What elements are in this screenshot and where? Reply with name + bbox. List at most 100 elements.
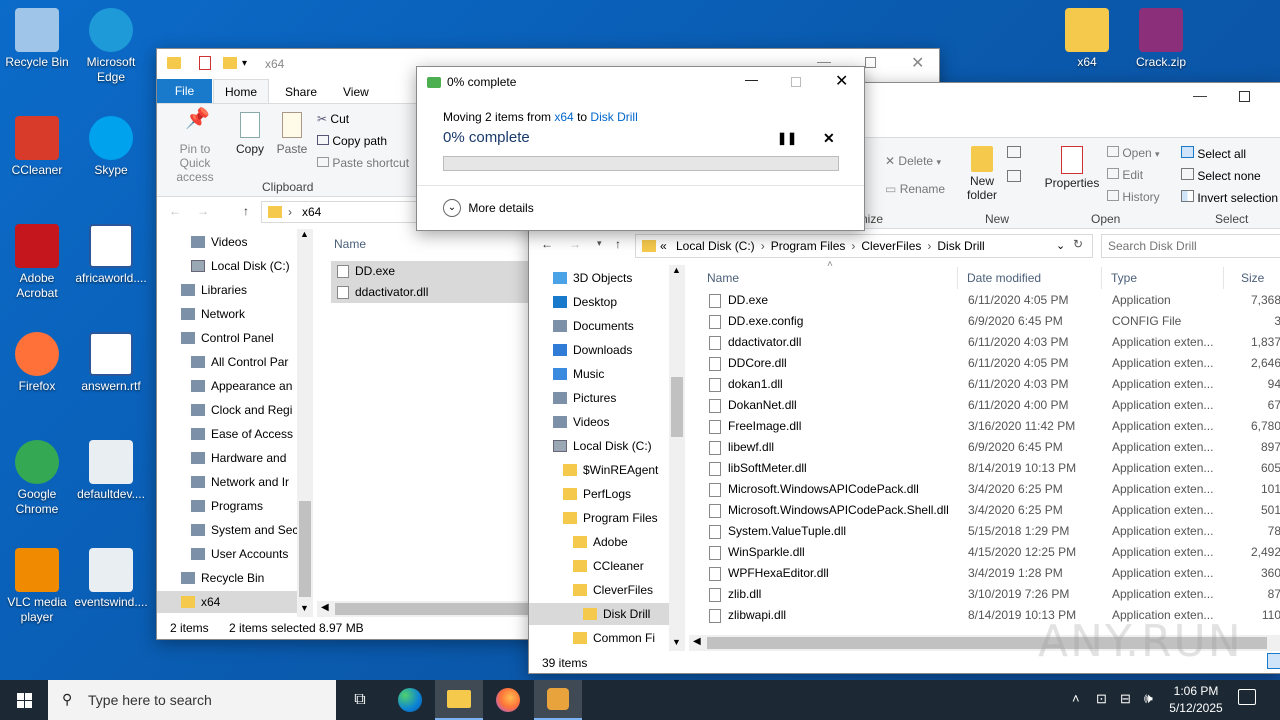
copy-button[interactable]: Copy <box>233 112 267 156</box>
chevron-down-icon[interactable]: ▾ <box>242 58 247 69</box>
volume-icon[interactable]: 🕪 <box>1144 690 1153 707</box>
nav-item[interactable]: Local Disk (C:) <box>157 255 297 277</box>
pause-button[interactable]: ❚❚ <box>777 131 797 145</box>
back-icon[interactable]: ← <box>541 237 553 251</box>
nav-item[interactable]: Hardware and <box>157 447 297 469</box>
nav-item[interactable]: Programs <box>157 495 297 517</box>
nav-item[interactable]: Program Files <box>529 507 669 529</box>
tab-share[interactable]: Share <box>285 85 317 99</box>
scroll-thumb[interactable] <box>335 603 535 615</box>
desktop-icon[interactable]: VLC media player <box>0 548 74 625</box>
nav-item[interactable]: All Control Par <box>157 351 297 373</box>
nav-item[interactable]: Videos <box>529 411 669 433</box>
file-row[interactable]: Microsoft.WindowsAPICodePack.dll 3/4/2020… <box>695 479 1280 500</box>
horizontal-scrollbar[interactable]: ◀ <box>317 601 537 617</box>
desktop-icon[interactable]: eventswind.... <box>74 548 148 610</box>
nav-item[interactable]: Common Fi <box>529 627 669 649</box>
desktop-icon[interactable]: Crack.zip <box>1124 8 1198 70</box>
breadcrumb-separator[interactable]: › <box>761 239 765 253</box>
destination-link[interactable]: Disk Drill <box>590 110 637 124</box>
nav-item[interactable]: Control Panel <box>157 327 297 349</box>
copy-path-button[interactable]: Copy path <box>317 134 387 148</box>
file-row[interactable]: DD.exe.config 6/9/2020 6:45 PM CONFIG File… <box>695 311 1280 332</box>
new-folder-button[interactable]: New folder <box>959 146 1005 202</box>
nav-item[interactable]: Downloads <box>529 339 669 361</box>
column-header-date[interactable]: Date modified <box>967 271 1041 285</box>
cancel-button[interactable]: ✕ <box>823 130 835 147</box>
nav-item[interactable]: Recycle Bin <box>157 567 297 589</box>
paste-shortcut-button[interactable]: Paste shortcut <box>317 156 409 170</box>
more-details-button[interactable]: ⌄ More details <box>443 199 534 217</box>
breadcrumb-item[interactable]: CleverFiles <box>861 239 921 253</box>
forward-icon[interactable]: → <box>569 237 581 251</box>
properties-button[interactable]: Properties <box>1041 146 1103 190</box>
back-icon[interactable]: ← <box>169 204 181 218</box>
forward-icon[interactable]: → <box>197 204 209 218</box>
task-view-button[interactable]: ⧉ <box>336 680 384 720</box>
minimize-button[interactable]: — <box>745 72 758 87</box>
delete-button[interactable]: ✕ Delete ▾ <box>885 154 941 168</box>
file-row[interactable]: zlib.dll 3/10/2019 7:26 PM Application ext… <box>695 584 1280 605</box>
nav-item[interactable]: Disk Drill <box>529 603 669 625</box>
nav-item[interactable]: Network <box>157 303 297 325</box>
nav-item[interactable]: Libraries <box>157 279 297 301</box>
file-row[interactable]: ddactivator.dll <box>331 282 531 303</box>
nav-item[interactable]: Appearance an <box>157 375 297 397</box>
scroll-left-icon[interactable]: ◀ <box>693 636 701 647</box>
recent-locations-icon[interactable]: ▾ <box>597 238 602 249</box>
scroll-up-icon[interactable]: ▲ <box>300 229 309 239</box>
nav-item[interactable]: Ease of Access <box>157 423 297 445</box>
network-icon[interactable]: ⊟ <box>1120 691 1131 707</box>
column-header-name[interactable]: Name <box>707 271 739 285</box>
column-header-name[interactable]: Name <box>334 237 366 251</box>
easy-access-icon[interactable] <box>1007 170 1021 182</box>
desktop-icon[interactable]: Skype <box>74 116 148 178</box>
desktop-icon[interactable]: Adobe Acrobat <box>0 224 74 301</box>
scroll-down-icon[interactable]: ▼ <box>300 603 309 613</box>
taskbar-app[interactable] <box>534 680 582 720</box>
desktop-icon[interactable]: CCleaner <box>0 116 74 178</box>
refresh-icon[interactable]: ↻ <box>1073 237 1083 251</box>
file-row[interactable]: FreeImage.dll 3/16/2020 11:42 PM Applicati… <box>695 416 1280 437</box>
taskbar-file-explorer[interactable] <box>435 680 483 720</box>
file-row[interactable]: libewf.dll 6/9/2020 6:45 PM Application ex… <box>695 437 1280 458</box>
tab-home[interactable]: Home <box>213 79 269 104</box>
nav-item[interactable]: Music <box>529 363 669 385</box>
nav-item[interactable]: $WinREAgent <box>529 459 669 481</box>
paste-button[interactable]: Paste <box>275 112 309 156</box>
nav-item[interactable]: PerfLogs <box>529 483 669 505</box>
file-row[interactable]: ddactivator.dll 6/11/2020 4:03 PM Applicat… <box>695 332 1280 353</box>
nav-item[interactable]: Clock and Regi <box>157 399 297 421</box>
nav-item[interactable]: Pictures <box>529 387 669 409</box>
nav-item[interactable]: System and Sec <box>157 519 298 541</box>
nav-item[interactable]: 3D Objects <box>529 267 669 289</box>
breadcrumb-separator[interactable]: › <box>927 239 931 253</box>
maximize-button[interactable] <box>1239 91 1250 102</box>
start-button[interactable] <box>0 680 48 720</box>
nav-item[interactable]: Documents <box>529 315 669 337</box>
clock[interactable]: 1:06 PM 5/12/2025 <box>1164 683 1228 717</box>
scroll-down-icon[interactable]: ▼ <box>672 637 681 647</box>
nav-item[interactable]: CCleaner <box>529 555 669 577</box>
file-row[interactable]: Microsoft.WindowsAPICodePack.Shell.dll 3/… <box>695 500 1280 521</box>
scroll-up-icon[interactable]: ▲ <box>672 265 681 275</box>
notifications-icon[interactable] <box>1238 689 1256 705</box>
invert-selection-button[interactable]: Invert selection <box>1181 190 1278 205</box>
breadcrumb-separator[interactable]: › <box>851 239 855 253</box>
breadcrumb-item[interactable]: Disk Drill <box>937 239 984 253</box>
close-button[interactable]: ✕ <box>911 53 924 73</box>
nav-item[interactable]: Adobe <box>529 531 669 553</box>
desktop-icon[interactable]: Firefox <box>0 332 74 394</box>
rename-button[interactable]: ▭ Rename <box>885 182 945 196</box>
file-row[interactable]: DDCore.dll 6/11/2020 4:05 PM Application e… <box>695 353 1280 374</box>
nav-item[interactable]: x64 <box>157 591 297 613</box>
close-button[interactable]: ✕ <box>835 71 848 91</box>
edit-button[interactable]: Edit <box>1107 168 1143 182</box>
file-row[interactable]: DokanNet.dll 6/11/2020 4:00 PM Application… <box>695 395 1280 416</box>
maximize-button[interactable] <box>791 77 801 87</box>
taskbar-firefox[interactable] <box>484 680 532 720</box>
file-row[interactable]: System.ValueTuple.dll 5/15/2018 1:29 PM Ap… <box>695 521 1280 542</box>
select-none-button[interactable]: Select none <box>1181 168 1261 183</box>
desktop-icon[interactable]: defaultdev.... <box>74 440 148 502</box>
file-row[interactable]: dokan1.dll 6/11/2020 4:03 PM Application e… <box>695 374 1280 395</box>
